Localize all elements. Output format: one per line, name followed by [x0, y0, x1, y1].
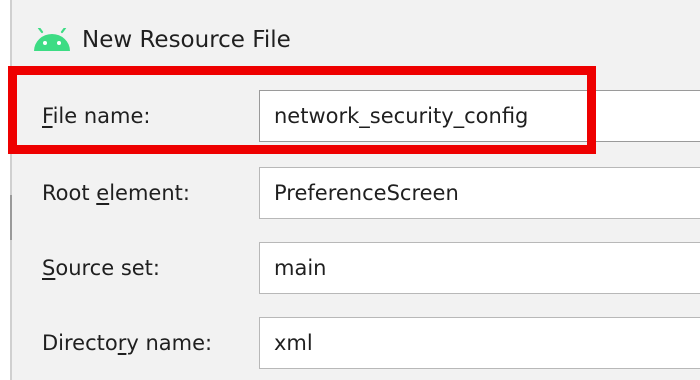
directory-name-label: Directory name: — [42, 331, 212, 355]
dialog-title-bar: New Resource File — [12, 10, 700, 74]
dialog-title: New Resource File — [82, 27, 291, 53]
root-element-label-before: Root — [42, 181, 97, 205]
window-resize-handle[interactable] — [10, 195, 12, 240]
source-set-select[interactable]: main — [259, 242, 700, 294]
file-name-label: File name: — [42, 104, 150, 128]
directory-name-input[interactable]: xml — [259, 317, 700, 369]
source-set-label: Source set: — [42, 256, 160, 280]
file-name-input[interactable]: network_security_config — [259, 90, 700, 142]
root-element-label-mnemonic: e — [96, 181, 110, 205]
file-name-label-mnemonic: F — [42, 104, 53, 128]
root-element-label-text: lement: — [109, 181, 190, 205]
source-set-label-mnemonic: S — [42, 256, 56, 280]
android-icon — [34, 28, 70, 51]
source-set-label-text: ource set: — [55, 256, 160, 280]
file-name-label-text: ile name: — [52, 104, 151, 128]
window-left-edge — [0, 0, 10, 380]
directory-name-label-before: Directo — [42, 331, 118, 355]
root-element-input[interactable]: PreferenceScreen — [259, 167, 700, 219]
directory-name-label-text: y name: — [126, 331, 213, 355]
root-element-label: Root element: — [42, 181, 190, 205]
